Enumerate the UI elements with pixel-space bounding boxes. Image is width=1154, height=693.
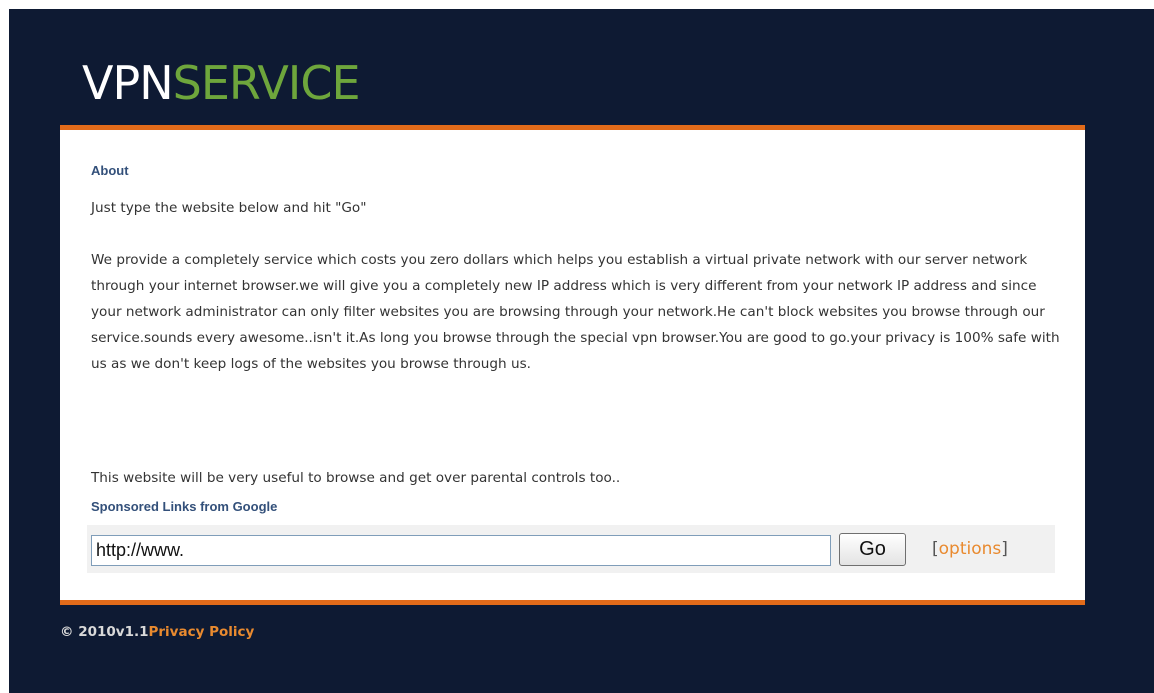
options-bracket-close: ] bbox=[1001, 539, 1008, 559]
logo-vpn-text: VPN bbox=[82, 56, 174, 110]
logo-service-text: SERVICE bbox=[172, 56, 361, 110]
about-heading: About bbox=[91, 163, 129, 178]
intro-text: Just type the website below and hit "Go" bbox=[91, 200, 367, 216]
url-form: Go [options] bbox=[87, 525, 1055, 573]
footer: © 2010v1.1Privacy Policy bbox=[60, 624, 254, 640]
privacy-policy-link[interactable]: Privacy Policy bbox=[149, 624, 255, 640]
copyright-text: © 2010v1.1 bbox=[60, 624, 149, 640]
parental-controls-note: This website will be very useful to brow… bbox=[91, 470, 621, 486]
url-input[interactable] bbox=[91, 535, 831, 566]
main-content-panel: About Just type the website below and hi… bbox=[60, 125, 1085, 605]
service-description: We provide a completely service which co… bbox=[91, 252, 1060, 372]
go-button[interactable]: Go bbox=[839, 533, 906, 566]
sponsored-links-label[interactable]: Sponsored Links from Google bbox=[91, 499, 277, 514]
options-link[interactable]: options bbox=[939, 539, 1002, 559]
site-logo[interactable]: VPNSERVICE bbox=[82, 56, 361, 110]
options-link-wrapper: [options] bbox=[932, 539, 1008, 559]
options-bracket-open: [ bbox=[932, 539, 939, 559]
